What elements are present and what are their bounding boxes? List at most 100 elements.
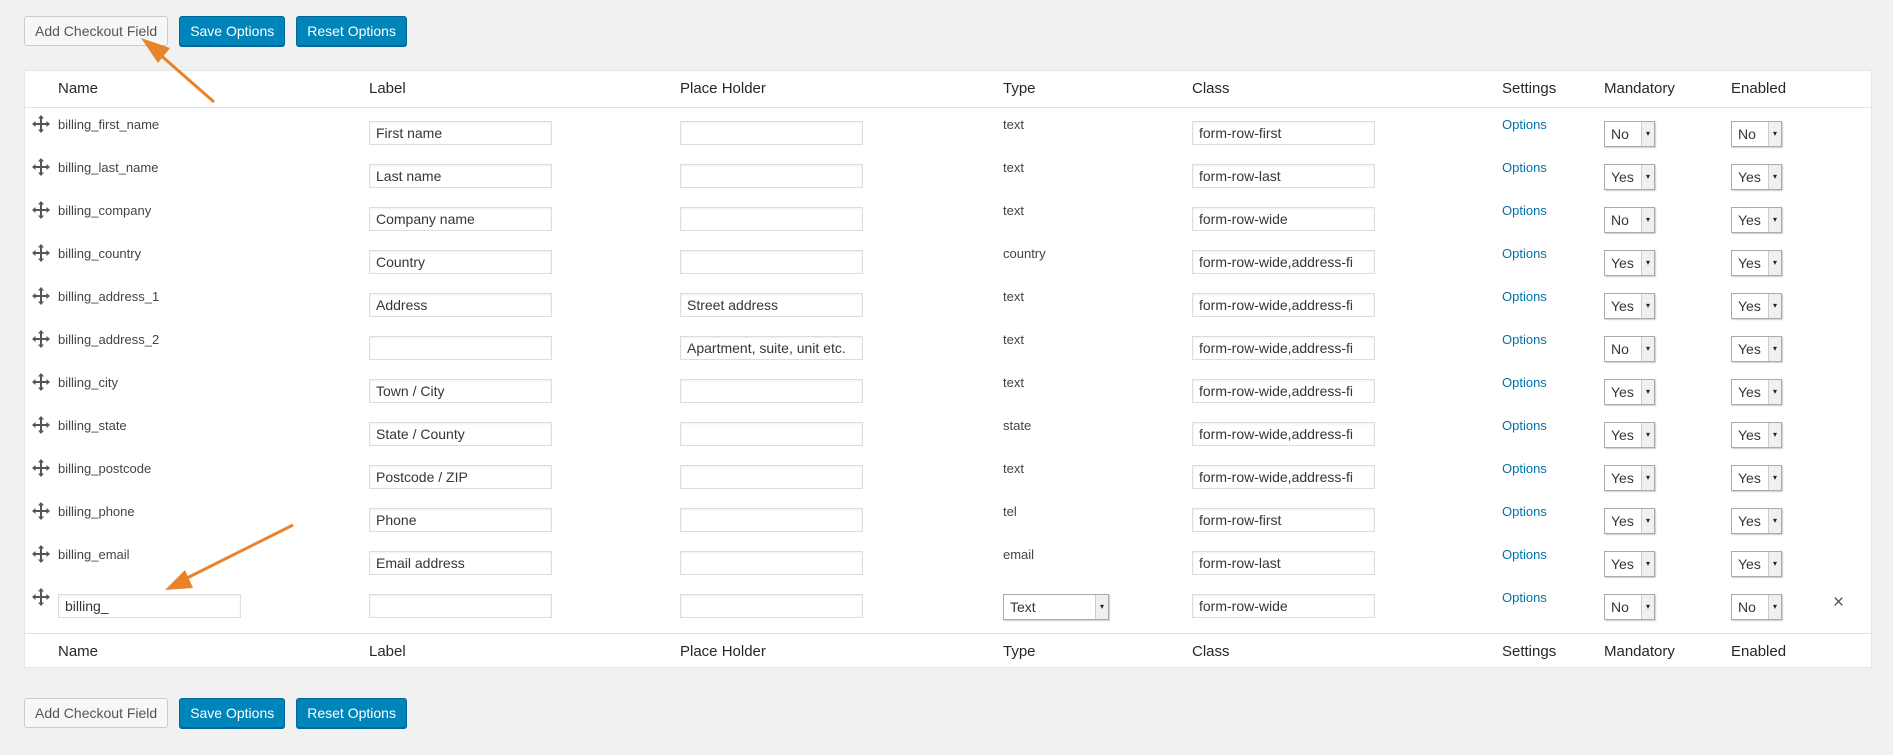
- field-mandatory-select[interactable]: Yes ▾: [1604, 379, 1655, 405]
- field-mandatory-select[interactable]: Yes ▾: [1604, 551, 1655, 577]
- move-icon[interactable]: [31, 501, 53, 523]
- move-icon[interactable]: [31, 200, 53, 222]
- field-options-link[interactable]: Options: [1502, 246, 1547, 261]
- field-class-input[interactable]: form-row-first: [1192, 508, 1375, 532]
- field-enabled-select[interactable]: Yes ▾: [1731, 379, 1782, 405]
- field-options-link[interactable]: Options: [1502, 160, 1547, 175]
- move-icon[interactable]: [31, 114, 53, 136]
- field-enabled-select[interactable]: Yes ▾: [1731, 207, 1782, 233]
- field-class-input[interactable]: form-row-last: [1192, 164, 1375, 188]
- field-class-input[interactable]: form-row-wide,address-fi: [1192, 250, 1375, 274]
- new-field-mandatory-select[interactable]: No ▾: [1604, 594, 1655, 620]
- field-options-link[interactable]: Options: [1502, 117, 1547, 132]
- chevron-down-icon: ▾: [1768, 122, 1781, 146]
- field-placeholder-input[interactable]: [680, 422, 863, 446]
- field-enabled-select[interactable]: Yes ▾: [1731, 164, 1782, 190]
- close-icon[interactable]: ×: [1833, 592, 1844, 614]
- field-mandatory-select[interactable]: Yes ▾: [1604, 465, 1655, 491]
- field-placeholder-input[interactable]: [680, 465, 863, 489]
- move-icon[interactable]: [31, 587, 53, 609]
- field-label-input[interactable]: Last name: [369, 164, 552, 188]
- move-icon[interactable]: [31, 243, 53, 265]
- footer-name: Name: [58, 643, 99, 660]
- field-enabled-select[interactable]: Yes ▾: [1731, 293, 1782, 319]
- field-label-input[interactable]: Address: [369, 293, 552, 317]
- field-class-input[interactable]: form-row-wide,address-fi: [1192, 465, 1375, 489]
- field-label-input[interactable]: Postcode / ZIP: [369, 465, 552, 489]
- new-field-name-input[interactable]: billing_: [58, 594, 241, 618]
- field-mandatory-select[interactable]: Yes ▾: [1604, 250, 1655, 276]
- field-mandatory-select[interactable]: Yes ▾: [1604, 422, 1655, 448]
- field-label-input[interactable]: Town / City: [369, 379, 552, 403]
- field-label-input[interactable]: [369, 336, 552, 360]
- save-options-button[interactable]: Save Options: [179, 16, 286, 46]
- field-class-input[interactable]: form-row-wide,address-fi: [1192, 422, 1375, 446]
- field-mandatory-select[interactable]: Yes ▾: [1604, 293, 1655, 319]
- field-label-input[interactable]: First name: [369, 121, 552, 145]
- field-class-input[interactable]: form-row-wide,address-fi: [1192, 293, 1375, 317]
- new-field-label-input[interactable]: [369, 594, 552, 618]
- mandatory-select-value: No: [1611, 341, 1629, 357]
- field-options-link[interactable]: Options: [1502, 504, 1547, 519]
- field-label-input[interactable]: State / County: [369, 422, 552, 446]
- reset-options-button-bottom[interactable]: Reset Options: [296, 698, 407, 728]
- reset-options-button[interactable]: Reset Options: [296, 16, 407, 46]
- move-icon[interactable]: [31, 415, 53, 437]
- field-enabled-select[interactable]: Yes ▾: [1731, 508, 1782, 534]
- field-label-input[interactable]: Email address: [369, 551, 552, 575]
- field-mandatory-select[interactable]: Yes ▾: [1604, 508, 1655, 534]
- table-row: billing_postcode Postcode / ZIP text for…: [25, 452, 1871, 496]
- move-icon[interactable]: [31, 458, 53, 480]
- field-class-input[interactable]: form-row-wide: [1192, 207, 1375, 231]
- move-icon[interactable]: [31, 372, 53, 394]
- field-placeholder-input[interactable]: Apartment, suite, unit etc.: [680, 336, 863, 360]
- field-placeholder-input[interactable]: [680, 508, 863, 532]
- new-field-class-input[interactable]: form-row-wide: [1192, 594, 1375, 618]
- field-options-link[interactable]: Options: [1502, 289, 1547, 304]
- field-mandatory-select[interactable]: No ▾: [1604, 336, 1655, 362]
- field-options-link[interactable]: Options: [1502, 375, 1547, 390]
- chevron-down-icon: ▾: [1768, 380, 1781, 404]
- field-enabled-select[interactable]: Yes ▾: [1731, 465, 1782, 491]
- field-mandatory-select[interactable]: Yes ▾: [1604, 164, 1655, 190]
- field-placeholder-input[interactable]: [680, 379, 863, 403]
- header-placeholder: Place Holder: [680, 80, 766, 97]
- field-class-input[interactable]: form-row-first: [1192, 121, 1375, 145]
- field-placeholder-input[interactable]: [680, 551, 863, 575]
- field-options-link[interactable]: Options: [1502, 332, 1547, 347]
- add-checkout-field-button[interactable]: Add Checkout Field: [24, 16, 169, 46]
- save-options-button-bottom[interactable]: Save Options: [179, 698, 286, 728]
- field-class-input[interactable]: form-row-last: [1192, 551, 1375, 575]
- field-label-input[interactable]: Phone: [369, 508, 552, 532]
- new-field-enabled-select[interactable]: No ▾: [1731, 594, 1782, 620]
- move-icon[interactable]: [31, 157, 53, 179]
- field-enabled-select[interactable]: Yes ▾: [1731, 250, 1782, 276]
- new-field-type-select[interactable]: Text ▾: [1003, 594, 1109, 620]
- field-placeholder-input[interactable]: [680, 121, 863, 145]
- new-field-placeholder-input[interactable]: [680, 594, 863, 618]
- field-options-link[interactable]: Options: [1502, 203, 1547, 218]
- field-enabled-select[interactable]: Yes ▾: [1731, 551, 1782, 577]
- field-label-input[interactable]: Country: [369, 250, 552, 274]
- field-placeholder-input[interactable]: [680, 164, 863, 188]
- move-icon[interactable]: [31, 286, 53, 308]
- field-enabled-select[interactable]: Yes ▾: [1731, 336, 1782, 362]
- move-icon[interactable]: [31, 329, 53, 351]
- add-checkout-field-button-bottom[interactable]: Add Checkout Field: [24, 698, 169, 728]
- field-type: text: [1003, 117, 1024, 132]
- field-placeholder-input[interactable]: Street address: [680, 293, 863, 317]
- field-options-link[interactable]: Options: [1502, 418, 1547, 433]
- field-placeholder-input[interactable]: [680, 250, 863, 274]
- field-label-input[interactable]: Company name: [369, 207, 552, 231]
- field-enabled-select[interactable]: No ▾: [1731, 121, 1782, 147]
- field-mandatory-select[interactable]: No ▾: [1604, 121, 1655, 147]
- move-icon[interactable]: [31, 544, 53, 566]
- field-class-input[interactable]: form-row-wide,address-fi: [1192, 336, 1375, 360]
- field-placeholder-input[interactable]: [680, 207, 863, 231]
- new-field-options-link[interactable]: Options: [1502, 590, 1547, 605]
- field-enabled-select[interactable]: Yes ▾: [1731, 422, 1782, 448]
- field-mandatory-select[interactable]: No ▾: [1604, 207, 1655, 233]
- field-options-link[interactable]: Options: [1502, 547, 1547, 562]
- field-options-link[interactable]: Options: [1502, 461, 1547, 476]
- field-class-input[interactable]: form-row-wide,address-fi: [1192, 379, 1375, 403]
